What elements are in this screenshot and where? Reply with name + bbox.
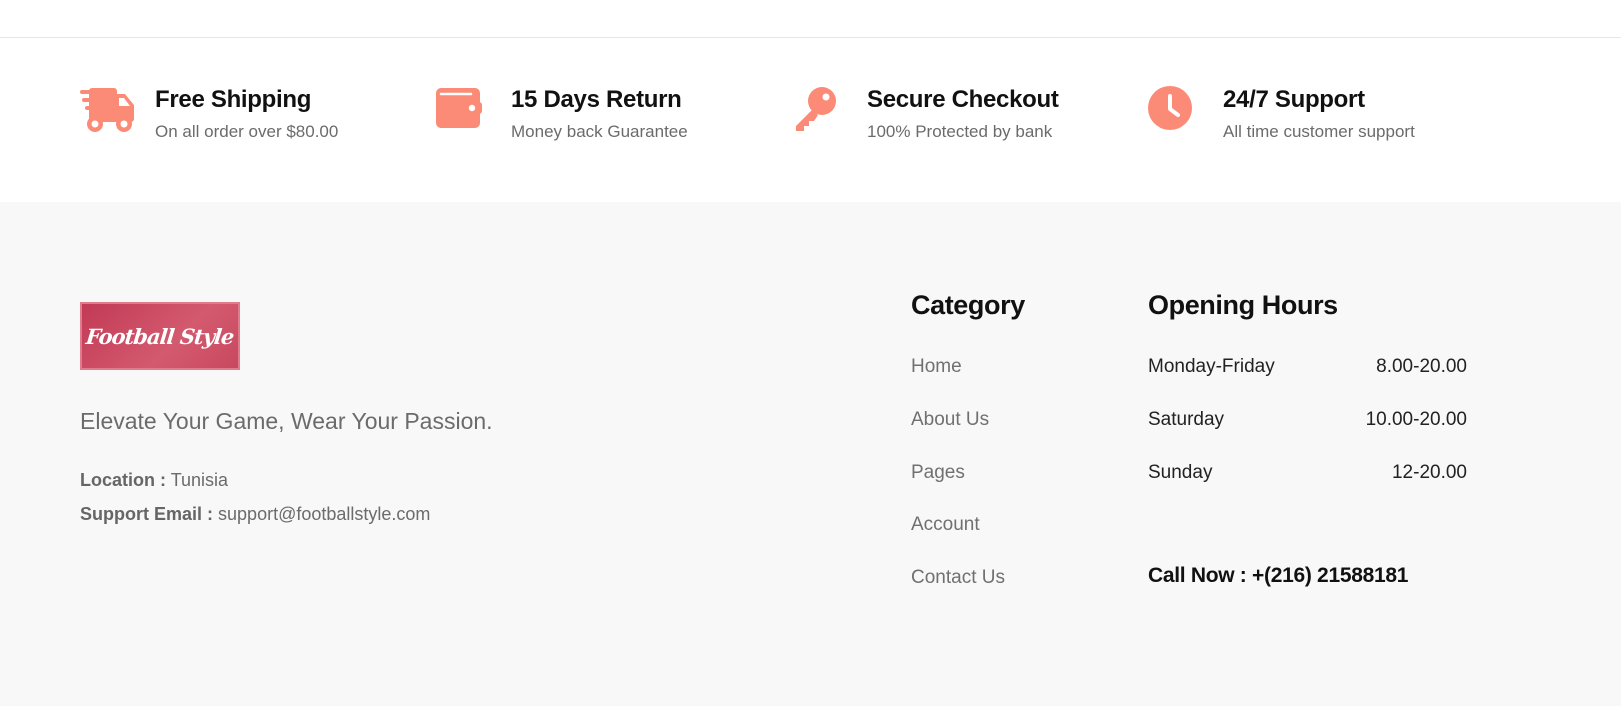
hours-day: Sunday [1148,462,1213,483]
location-value: Tunisia [170,470,229,490]
feature-subtitle: Money back Guarantee [511,122,688,141]
footer-link-about-us[interactable]: About Us [911,409,989,431]
brand-logo[interactable]: Football Style [80,302,240,370]
opening-hours-heading: Opening Hours [1148,290,1338,320]
support-email-label: Support Email : [80,504,214,524]
location-line: Location : Tunisia [80,470,228,491]
top-divider-strip [0,0,1621,38]
wallet-icon [436,86,492,134]
feature-subtitle: On all order over $80.00 [155,122,339,141]
feature-title: 15 Days Return [511,86,682,113]
feature-title: Free Shipping [155,86,312,113]
truck-icon [80,86,136,134]
feature-title: Secure Checkout [867,86,1059,113]
hours-row: Saturday 10.00-20.00 [1148,409,1467,435]
hours-time: 10.00-20.00 [1365,409,1467,430]
category-heading: Category [911,290,1025,320]
logo-text: Football Style [84,323,236,349]
hours-row: Monday-Friday 8.00-20.00 [1148,356,1467,382]
location-label: Location : [80,470,166,490]
hours-day: Monday-Friday [1148,356,1275,377]
feature-subtitle: 100% Protected by bank [867,122,1053,141]
clock-icon [1148,86,1204,134]
footer-link-account[interactable]: Account [911,514,980,536]
hours-time: 12-20.00 [1391,462,1467,483]
support-email-link[interactable]: support@footballstyle.com [218,504,430,524]
hours-row: Sunday 12-20.00 [1148,462,1467,488]
hours-day: Saturday [1148,409,1225,430]
features-bar: Free Shipping On all order over $80.00 1… [0,38,1621,202]
call-now-phone[interactable]: Call Now : +(216) 21588181 [1148,564,1408,588]
footer-link-pages[interactable]: Pages [911,462,965,484]
feature-subtitle: All time customer support [1223,122,1415,141]
hours-time: 8.00-20.00 [1376,356,1467,377]
support-email-line: Support Email : support@footballstyle.co… [80,504,430,525]
brand-tagline: Elevate Your Game, Wear Your Passion. [80,408,493,434]
footer-link-contact-us[interactable]: Contact Us [911,567,1005,589]
footer-link-home[interactable]: Home [911,356,962,378]
site-footer: Football Style Elevate Your Game, Wear Y… [0,202,1621,706]
key-icon [792,86,848,134]
feature-title: 24/7 Support [1223,86,1365,113]
